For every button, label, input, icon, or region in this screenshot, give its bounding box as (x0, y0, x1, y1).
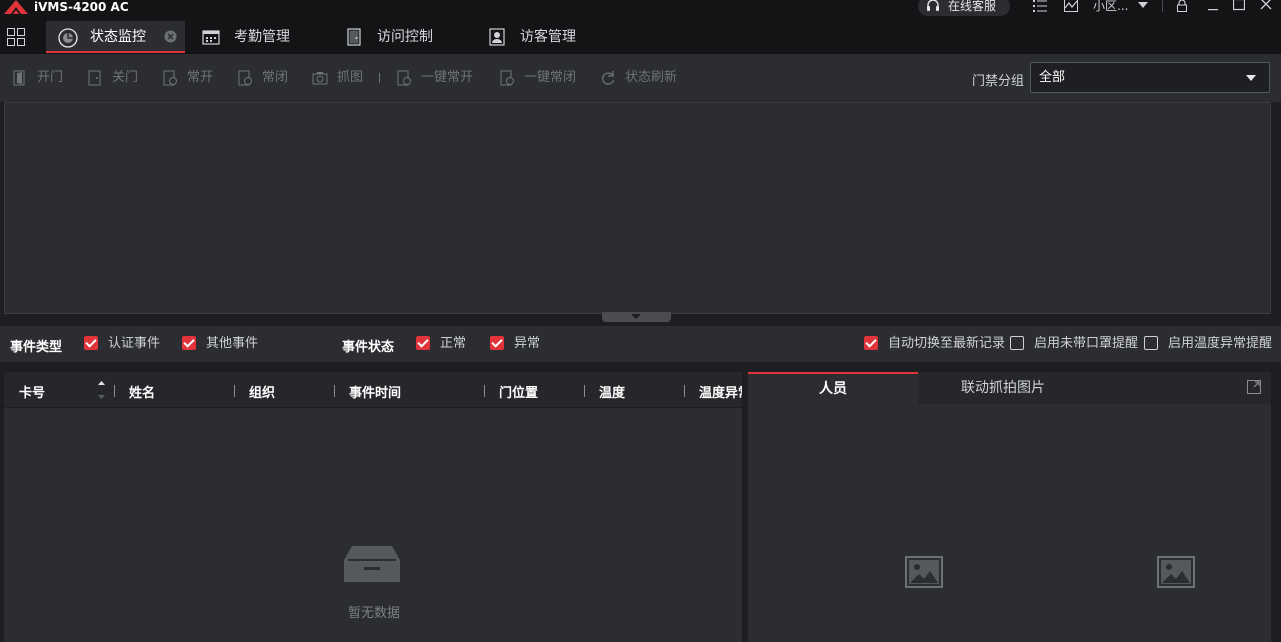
person-photo-placeholder-icon (905, 556, 943, 588)
camera-icon (312, 72, 328, 85)
door-group-label: 门禁分组 (972, 74, 1025, 89)
refresh-status-label: 状态刷新 (625, 70, 678, 85)
one-key-open-label: 一键常开 (421, 70, 474, 85)
one-key-closed-icon (500, 70, 514, 86)
column-divider (234, 385, 235, 397)
column-divider (114, 385, 115, 397)
door-remain-closed-icon (238, 70, 252, 86)
one-key-open-icon (397, 70, 411, 86)
title-divider (1162, 0, 1163, 12)
checkbox-box (1144, 336, 1158, 350)
door-closed-icon (88, 70, 101, 86)
online-support-button[interactable]: 在线客服 (918, 0, 1010, 16)
minimize-icon[interactable] (1207, 0, 1219, 11)
checkbox-box (84, 336, 98, 350)
collapse-arrow-icon (631, 314, 641, 319)
auth-event-label: 认证事件 (108, 336, 161, 351)
toolbar-divider (379, 73, 380, 83)
user-dropdown-icon[interactable] (1138, 2, 1148, 8)
door-open-icon (13, 70, 25, 86)
calendar-icon (202, 30, 220, 45)
capture-photo-placeholder-icon (1157, 556, 1195, 588)
list-menu-icon[interactable] (1033, 0, 1047, 13)
refresh-icon (602, 71, 615, 85)
column-organization[interactable]: 组织 (249, 382, 275, 401)
normal-label: 正常 (440, 336, 467, 351)
hikvision-logo-icon (4, 0, 28, 14)
tab-person[interactable]: 人员 (748, 372, 918, 404)
checkbox-box (864, 336, 878, 350)
column-divider (484, 385, 485, 397)
collapse-splitter-handle[interactable] (602, 312, 671, 322)
remain-open-label: 常开 (187, 70, 214, 85)
app-title: iVMS-4200 AC (34, 0, 129, 14)
online-support-label: 在线客服 (948, 0, 997, 13)
tab-visitor-label: 访客管理 (520, 29, 576, 45)
tab-status-label: 状态监控 (90, 29, 146, 45)
visitor-badge-icon (489, 28, 505, 46)
column-name[interactable]: 姓名 (129, 382, 155, 401)
empty-state-text: 暂无数据 (348, 606, 401, 621)
monitor-dial-icon (58, 28, 78, 48)
mask-alert-label: 启用未带口罩提醒 (1034, 336, 1139, 351)
column-card-no[interactable]: 卡号 (19, 382, 45, 401)
activity-chart-icon[interactable] (1064, 0, 1078, 13)
auto-switch-label: 自动切换至最新记录 (888, 336, 1006, 351)
checkbox-box (416, 336, 430, 350)
events-table: 卡号 姓名 组织 事件时间 门位置 温度 温度异常 暂无数据 (4, 372, 742, 642)
expand-icon[interactable] (1247, 380, 1261, 394)
one-key-closed-label: 一键常闭 (524, 70, 577, 85)
tab-attendance-label: 考勤管理 (234, 29, 290, 45)
tab-attendance[interactable]: 考勤管理 (190, 21, 320, 53)
event-type-label: 事件类型 (10, 340, 63, 355)
tab-linked-capture[interactable]: 联动抓拍图片 (918, 372, 1088, 404)
detail-tab-bar: 人员 联动抓拍图片 (748, 372, 1271, 404)
event-filter-bar: 事件类型 认证事件 其他事件 事件状态 正常 异常 自动切换至最新记录 启用未带… (0, 326, 1281, 362)
column-event-time[interactable]: 事件时间 (349, 382, 401, 401)
close-door-label: 关门 (112, 70, 139, 85)
column-divider (584, 385, 585, 397)
events-table-header: 卡号 姓名 组织 事件时间 门位置 温度 温度异常 (4, 372, 742, 408)
detail-panel: 人员 联动抓拍图片 (748, 372, 1271, 642)
chevron-down-icon (1246, 75, 1256, 81)
close-window-icon[interactable] (1260, 0, 1272, 11)
column-divider (334, 385, 335, 397)
door-icon (347, 28, 361, 46)
tab-access-control[interactable]: 访问控制 (333, 21, 463, 53)
checkbox-box (182, 336, 196, 350)
event-status-label: 事件状态 (342, 340, 395, 355)
remain-closed-label: 常闭 (262, 70, 289, 85)
tab-status-monitor[interactable]: 状态监控 (46, 21, 185, 53)
tab-access-label: 访问控制 (377, 29, 433, 45)
tab-visitor[interactable]: 访客管理 (476, 21, 606, 53)
column-temperature-abnormal[interactable]: 温度异常 (699, 382, 742, 401)
capture-label: 抓图 (337, 70, 364, 85)
door-remain-open-icon (163, 70, 177, 86)
temp-alert-label: 启用温度异常提醒 (1168, 336, 1273, 351)
checkbox-box (1010, 336, 1024, 350)
module-tab-bar: 状态监控 考勤管理 访问控制 访客管理 (0, 18, 1281, 54)
door-group-value: 全部 (1039, 70, 1066, 85)
door-status-area (4, 102, 1271, 314)
app-grid-icon[interactable] (7, 28, 25, 46)
door-group-select[interactable]: 全部 (1030, 62, 1270, 93)
maximize-icon[interactable] (1233, 0, 1245, 11)
checkbox-box (490, 336, 504, 350)
headset-icon (927, 0, 939, 11)
open-door-label: 开门 (37, 70, 64, 85)
other-event-label: 其他事件 (206, 336, 259, 351)
door-toolbar: 开门 关门 常开 常闭 抓图 一键常开 一键常闭 状态刷新 门禁分组 全部 (0, 54, 1281, 102)
user-name[interactable]: 小区... (1093, 0, 1128, 14)
column-divider (684, 385, 685, 397)
abnormal-label: 异常 (514, 336, 541, 351)
empty-inbox-icon (344, 546, 400, 582)
title-bar: iVMS-4200 AC 在线客服 小区... (0, 0, 1281, 18)
close-tab-icon[interactable] (164, 30, 177, 43)
sort-icon[interactable] (97, 379, 106, 401)
column-temperature[interactable]: 温度 (599, 382, 625, 401)
lock-icon[interactable] (1176, 0, 1188, 12)
column-door-location[interactable]: 门位置 (499, 382, 538, 401)
